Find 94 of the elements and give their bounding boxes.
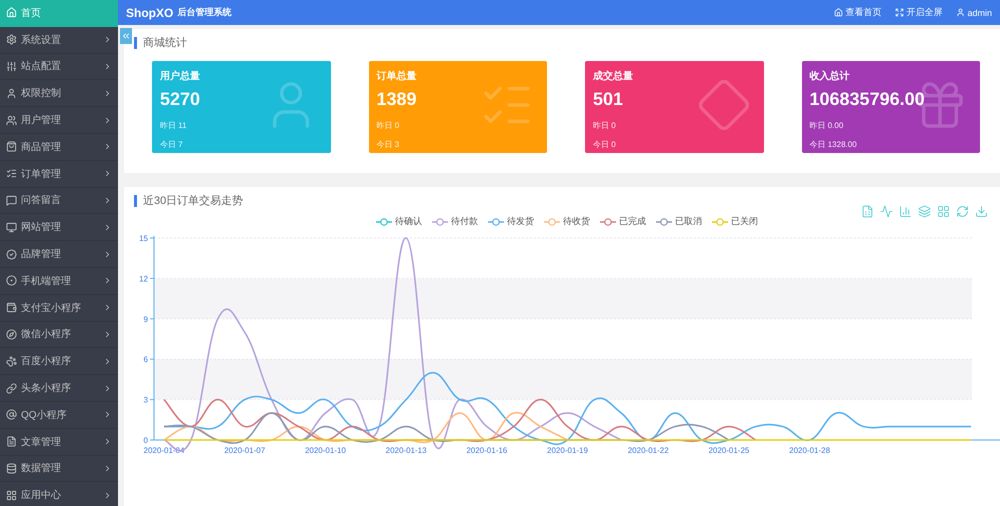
collapse-button[interactable]	[120, 28, 132, 44]
chevron-icon	[103, 250, 112, 259]
yesterday-stat: 昨日 0.00	[810, 120, 844, 131]
chevron-icon	[103, 62, 112, 71]
home-icon	[6, 7, 17, 18]
expand-icon	[895, 8, 904, 17]
chevron-icon	[103, 116, 112, 125]
card-title: 用户总量	[160, 69, 201, 83]
axis-label: 6	[144, 355, 148, 364]
badge-icon	[6, 248, 17, 260]
card-title: 收入总计	[810, 70, 850, 83]
chevron-icon	[103, 142, 112, 152]
axis-label: 2020-01-07	[224, 446, 266, 455]
user-icon	[6, 88, 17, 99]
legend-item[interactable]: 待收货	[544, 215, 590, 228]
axis-label: 2020-01-10	[304, 446, 346, 455]
card-value: 5270	[160, 89, 202, 110]
today-stat: 今日 7	[160, 139, 184, 150]
legend-item[interactable]: 待确认	[376, 215, 422, 228]
wallet-icon	[6, 302, 17, 314]
today-stat: 今日 0	[593, 139, 617, 150]
at-icon	[6, 409, 17, 420]
download-icon[interactable]	[975, 205, 988, 218]
axis-label: 2020-01-04	[144, 446, 184, 455]
card-value: 501	[593, 89, 624, 110]
card-value: 106835796.00	[810, 89, 926, 110]
chevron-icon	[103, 437, 112, 446]
axis-label: 15	[139, 234, 148, 243]
header-link[interactable]: 查看首页	[834, 6, 882, 19]
database-icon	[6, 462, 17, 474]
today-stat: 今日 1328.00	[810, 139, 858, 150]
axis-label: 2020-01-16	[466, 446, 508, 455]
user-icon	[956, 8, 966, 17]
axis-label: 2020-01-25	[708, 446, 750, 455]
list-icon	[6, 168, 17, 180]
section-title: 商城统计	[134, 37, 1000, 49]
chevron-icon	[103, 276, 112, 286]
stack-icon[interactable]	[918, 205, 931, 218]
legend-item[interactable]: 待发货	[488, 215, 534, 228]
compass-icon	[6, 328, 17, 340]
sliders-icon	[6, 60, 17, 72]
header-link[interactable]: 开启全屏	[895, 6, 942, 19]
yesterday-stat: 昨日 0	[376, 120, 400, 131]
chevron-icon	[103, 384, 112, 393]
circle-icon	[6, 275, 17, 286]
chevron-icon	[103, 330, 112, 339]
collapse-icon	[121, 31, 131, 41]
grid-icon	[6, 490, 17, 501]
today-stat: 今日 3	[376, 139, 400, 150]
home-icon	[834, 8, 844, 17]
axis-label: 3	[144, 396, 148, 405]
document-icon	[6, 436, 17, 448]
link-icon	[6, 382, 17, 394]
yesterday-stat: 昨日 0	[593, 120, 617, 131]
axis-label: 2020-01-22	[628, 446, 669, 455]
yesterday-stat: 昨日 11	[160, 120, 188, 131]
gear-icon	[6, 34, 17, 46]
chevron-icon	[103, 303, 112, 312]
line-chart-icon[interactable]	[880, 205, 893, 218]
brand-name: ShopXO	[126, 6, 174, 20]
card-value: 1389	[376, 89, 418, 110]
axis-label: 2020-01-28	[789, 446, 830, 455]
chevron-icon	[103, 410, 112, 420]
chevron-icon	[103, 35, 112, 44]
axis-label: 2020-01-13	[386, 446, 427, 455]
legend-item[interactable]: 待付款	[432, 215, 478, 228]
axis-label: 12	[139, 274, 148, 284]
chevron-icon	[103, 490, 112, 500]
chevron-icon	[103, 356, 112, 366]
card-title: 订单总量	[376, 70, 418, 83]
legend-item[interactable]: 已关闭	[712, 215, 758, 228]
card-title: 成交总量	[593, 69, 634, 83]
legend-item[interactable]: 已完成	[600, 215, 646, 228]
data-view-icon[interactable]	[861, 205, 874, 218]
chevron-icon	[103, 88, 112, 98]
section-title: 近30日订单交易走势	[134, 195, 1000, 207]
chat-icon	[6, 194, 17, 206]
legend-item[interactable]: 已取消	[656, 215, 702, 228]
axis-label: 9	[144, 314, 148, 324]
chevron-icon	[103, 196, 112, 205]
tile-icon[interactable]	[937, 205, 950, 218]
paw-icon	[6, 356, 17, 367]
chevron-icon	[103, 169, 112, 178]
users-icon	[6, 114, 17, 126]
monitor-icon	[6, 222, 17, 233]
bar-chart-icon[interactable]	[899, 205, 912, 218]
bag-icon	[6, 141, 17, 152]
header-link[interactable]: admin	[956, 8, 992, 18]
chevron-icon	[103, 222, 112, 232]
app-subtitle: 后台管理系统	[177, 6, 232, 19]
axis-label: 0	[144, 436, 148, 445]
axis-label: 2020-01-19	[547, 446, 588, 455]
refresh-icon[interactable]	[956, 205, 969, 218]
chevron-icon	[103, 464, 112, 473]
